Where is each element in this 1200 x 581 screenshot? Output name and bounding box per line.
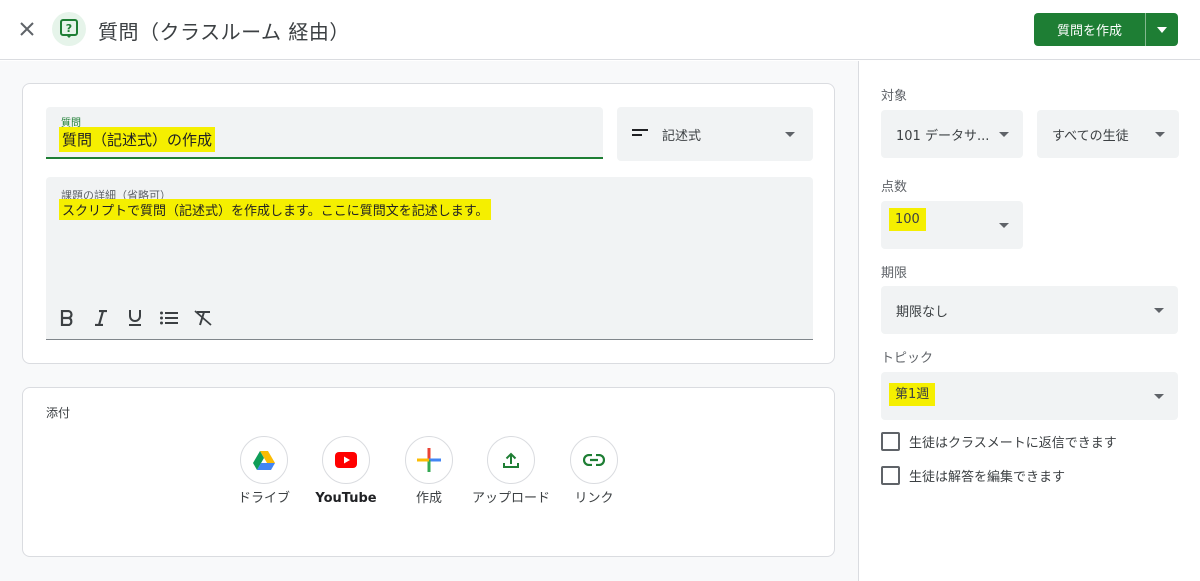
svg-text:?: ?	[66, 22, 72, 35]
checkbox-box[interactable]	[881, 432, 900, 451]
attach-upload-label: アップロード	[471, 491, 550, 506]
settings-panel: 対象 101 データサ... すべての生徒 点数 100 期限 期限なし トピッ…	[858, 61, 1200, 581]
due-label: 期限	[881, 266, 908, 281]
attach-drive[interactable]: ドライブ	[224, 436, 304, 508]
youtube-icon	[335, 452, 357, 468]
bold-button[interactable]	[54, 305, 80, 331]
close-icon	[20, 22, 34, 36]
chevron-down-icon	[999, 223, 1009, 228]
points-value-wrap: 100	[889, 208, 926, 231]
topic-label: トピック	[881, 351, 934, 366]
students-value: すべての生徒	[1052, 129, 1129, 144]
create-question-button-group: 質問を作成	[1034, 13, 1178, 46]
link-icon	[583, 454, 605, 466]
due-select[interactable]: 期限なし	[881, 286, 1178, 334]
attach-link[interactable]: リンク	[554, 436, 634, 508]
attach-create-label: 作成	[415, 491, 442, 506]
question-type-value: 記述式	[662, 129, 702, 144]
attach-drive-button[interactable]	[240, 436, 288, 484]
underline-button[interactable]	[122, 305, 148, 331]
bold-icon	[60, 310, 73, 326]
short-answer-icon	[632, 129, 648, 136]
format-toolbar	[54, 305, 216, 331]
editor-area: 質問 質問（記述式）の作成 記述式 課題の詳細（省略可） スクリプトで質問（記述…	[0, 61, 858, 581]
allow-edit-label: 生徒は解答を編集できます	[909, 470, 1066, 485]
question-card: 質問 質問（記述式）の作成 記述式 課題の詳細（省略可） スクリプトで質問（記述…	[22, 83, 835, 364]
create-options-dropdown[interactable]	[1146, 13, 1178, 46]
question-type-badge: ?	[52, 12, 86, 46]
class-select[interactable]: 101 データサ...	[881, 110, 1023, 158]
attach-drive-label: ドライブ	[237, 491, 290, 506]
attach-link-label: リンク	[574, 491, 614, 506]
clear-format-icon	[194, 310, 212, 326]
chevron-down-icon	[1155, 132, 1165, 137]
question-title-value: 質問（記述式）の作成	[59, 127, 216, 152]
points-value: 100	[889, 208, 926, 231]
plus-icon	[417, 448, 441, 472]
question-title-field[interactable]: 質問 質問（記述式）の作成	[46, 107, 603, 159]
clear-format-button[interactable]	[190, 305, 216, 331]
chevron-down-icon	[785, 132, 795, 137]
question-type-select[interactable]: 記述式	[617, 107, 813, 161]
question-details-field[interactable]: 課題の詳細（省略可） スクリプトで質問（記述式）を作成します。ここに質問文を記述…	[46, 177, 813, 340]
attach-youtube-button[interactable]	[322, 436, 370, 484]
target-label: 対象	[881, 89, 908, 104]
chevron-down-icon	[1154, 308, 1164, 313]
underline-icon	[129, 310, 141, 326]
bulleted-list-icon	[160, 311, 178, 325]
attach-upload-button[interactable]	[487, 436, 535, 484]
due-value: 期限なし	[896, 305, 949, 320]
create-question-button[interactable]: 質問を作成	[1034, 13, 1145, 46]
attach-link-button[interactable]	[570, 436, 618, 484]
points-label: 点数	[881, 180, 908, 195]
topic-value-wrap: 第1週	[889, 383, 936, 406]
topic-select[interactable]: 第1週	[881, 372, 1178, 420]
topic-value: 第1週	[889, 383, 936, 406]
upload-icon	[503, 452, 519, 468]
chevron-down-icon	[999, 132, 1009, 137]
attachments-label: 添付	[46, 406, 71, 420]
allow-reply-label: 生徒はクラスメートに返信できます	[909, 436, 1117, 451]
bulleted-list-button[interactable]	[156, 305, 182, 331]
question-details-value: スクリプトで質問（記述式）を作成します。ここに質問文を記述します。	[59, 199, 492, 220]
button-divider	[1145, 13, 1146, 46]
page-title: 質問（クラスルーム 経由）	[98, 20, 350, 44]
students-select[interactable]: すべての生徒	[1037, 110, 1179, 158]
attach-youtube[interactable]: YouTube	[306, 436, 386, 508]
attach-create[interactable]: 作成	[389, 436, 469, 508]
attach-upload[interactable]: アップロード	[471, 436, 551, 508]
italic-button[interactable]	[88, 305, 114, 331]
chevron-down-icon	[1154, 394, 1164, 399]
attach-youtube-label: YouTube	[315, 491, 377, 506]
attachments-card: 添付 ドライブ YouTube 作成 アップロード リンク	[22, 387, 835, 557]
question-icon: ?	[60, 19, 78, 38]
close-button[interactable]	[14, 16, 40, 42]
allow-reply-checkbox[interactable]: 生徒はクラスメートに返信できます	[881, 432, 1117, 451]
dropdown-arrow-icon	[1157, 26, 1167, 33]
italic-icon	[95, 310, 107, 326]
top-bar: ? 質問（クラスルーム 経由） 質問を作成	[0, 0, 1200, 60]
points-select[interactable]: 100	[881, 201, 1023, 249]
google-drive-icon	[253, 450, 275, 470]
attach-create-button[interactable]	[405, 436, 453, 484]
class-value: 101 データサ...	[896, 129, 990, 144]
checkbox-box[interactable]	[881, 466, 900, 485]
allow-edit-checkbox[interactable]: 生徒は解答を編集できます	[881, 466, 1065, 485]
